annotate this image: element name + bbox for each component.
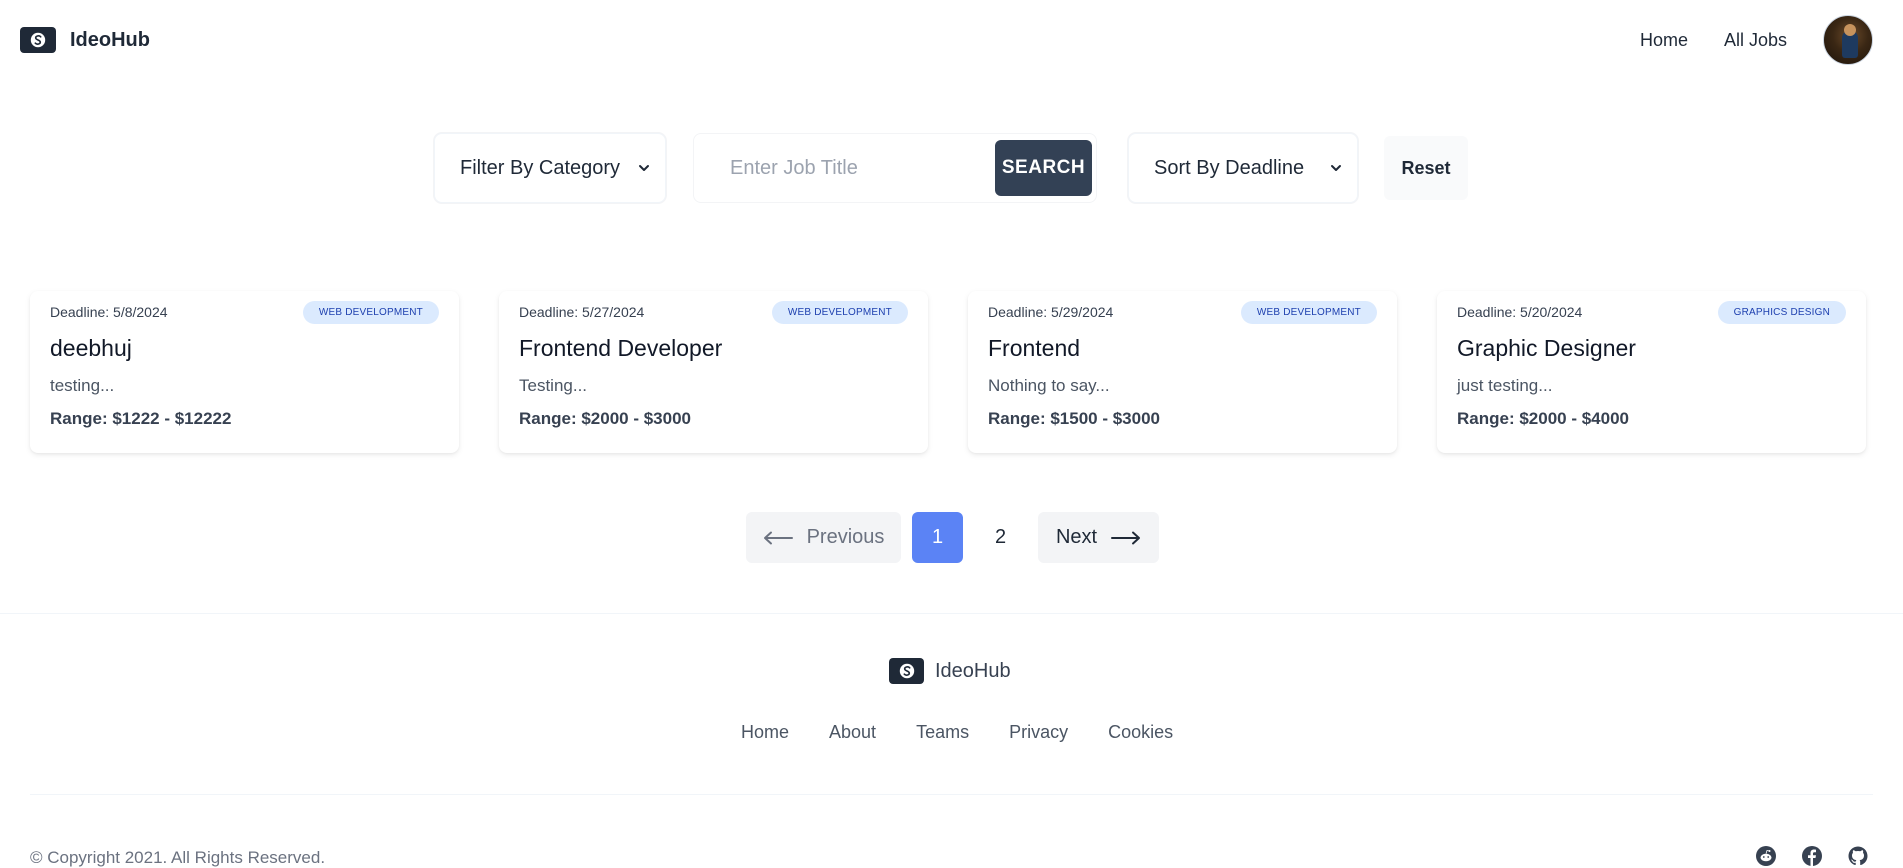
reset-button[interactable]: Reset: [1384, 136, 1468, 200]
job-category-badge: WEB DEVELOPMENT: [302, 300, 439, 324]
category-filter-label: Filter By Category: [460, 156, 621, 179]
job-description: just testing...: [1457, 376, 1553, 395]
footer-border: [0, 613, 1903, 614]
footer-link-about[interactable]: About: [829, 722, 876, 743]
job-category-badge: WEB DEVELOPMENT: [1240, 300, 1377, 324]
next-label: Next: [1055, 526, 1098, 548]
job-category-badge: WEB DEVELOPMENT: [771, 300, 908, 324]
previous-page-button[interactable]: Previous: [746, 512, 901, 563]
job-salary-range: Range: $2000 - $3000: [519, 409, 691, 428]
job-description: Testing...: [519, 376, 588, 395]
footer-links: Home About Teams Privacy Cookies: [741, 722, 1173, 743]
job-title: deebhuj: [50, 335, 132, 361]
job-category-badge: GRAPHICS DESIGN: [1717, 300, 1846, 324]
arrow-right-icon: [1111, 531, 1141, 544]
page-2-button[interactable]: 2: [975, 512, 1026, 563]
job-title: Graphic Designer: [1457, 335, 1636, 361]
job-description: testing...: [50, 376, 115, 395]
copyright-text: © Copyright 2021. All Rights Reserved.: [30, 848, 326, 867]
search-button[interactable]: SEARCH: [995, 140, 1092, 196]
job-deadline: Deadline: 5/20/2024: [1457, 304, 1583, 320]
pagination: Previous 1 2 Next: [746, 512, 1159, 563]
sort-deadline-select[interactable]: Sort By Deadline: [1128, 133, 1358, 203]
social-links: [1756, 846, 1868, 866]
job-salary-range: Range: $1500 - $3000: [988, 409, 1160, 428]
job-filters: Filter By Category SEARCH Sort By Deadli…: [434, 133, 1468, 203]
previous-label: Previous: [806, 526, 885, 548]
nav-menu: Home All Jobs: [1640, 15, 1873, 65]
chevron-down-icon: [1331, 165, 1341, 171]
job-title: Frontend: [988, 335, 1081, 361]
job-card[interactable]: Deadline: 5/20/2024 GRAPHICS DESIGN Grap…: [1437, 291, 1866, 453]
logo-icon: [889, 658, 924, 684]
nav-all-jobs-link[interactable]: All Jobs: [1724, 30, 1787, 51]
logo-icon: [20, 27, 56, 53]
page-1-button[interactable]: 1: [912, 512, 963, 563]
footer-link-cookies[interactable]: Cookies: [1108, 722, 1173, 743]
footer-divider: [30, 794, 1873, 795]
job-card[interactable]: Deadline: 5/27/2024 WEB DEVELOPMENT Fron…: [499, 291, 928, 453]
job-title-search-input[interactable]: [694, 156, 995, 180]
footer-brand[interactable]: IdeoHub: [889, 658, 1011, 684]
brand-name: IdeoHub: [70, 28, 150, 51]
footer-link-teams[interactable]: Teams: [916, 722, 969, 743]
job-salary-range: Range: $1222 - $12222: [50, 409, 232, 428]
job-card[interactable]: Deadline: 5/8/2024 WEB DEVELOPMENT deebh…: [30, 291, 459, 453]
next-page-button[interactable]: Next: [1038, 512, 1159, 563]
job-salary-range: Range: $2000 - $4000: [1457, 409, 1629, 428]
category-filter-select[interactable]: Filter By Category: [434, 133, 666, 203]
sort-deadline-label: Sort By Deadline: [1154, 156, 1305, 179]
job-deadline: Deadline: 5/27/2024: [519, 304, 645, 320]
facebook-icon[interactable]: [1802, 846, 1822, 866]
navbar: IdeoHub Home All Jobs: [0, 0, 1903, 80]
brand-logo[interactable]: IdeoHub: [20, 27, 150, 53]
job-title: Frontend Developer: [519, 335, 723, 361]
chevron-down-icon: [639, 165, 649, 171]
github-icon[interactable]: [1848, 846, 1868, 866]
footer-link-home[interactable]: Home: [741, 722, 789, 743]
job-cards-grid: Deadline: 5/8/2024 WEB DEVELOPMENT deebh…: [30, 291, 1866, 453]
arrow-left-icon: [763, 531, 793, 544]
footer-brand-name: IdeoHub: [935, 659, 1011, 682]
footer-link-privacy[interactable]: Privacy: [1009, 722, 1068, 743]
job-card[interactable]: Deadline: 5/29/2024 WEB DEVELOPMENT Fron…: [968, 291, 1397, 453]
job-description: Nothing to say...: [988, 376, 1110, 395]
search-form: SEARCH: [693, 133, 1097, 203]
nav-home-link[interactable]: Home: [1640, 30, 1688, 51]
reddit-icon[interactable]: [1756, 846, 1776, 866]
user-avatar[interactable]: [1823, 15, 1873, 65]
job-deadline: Deadline: 5/8/2024: [50, 304, 168, 320]
job-deadline: Deadline: 5/29/2024: [988, 304, 1114, 320]
